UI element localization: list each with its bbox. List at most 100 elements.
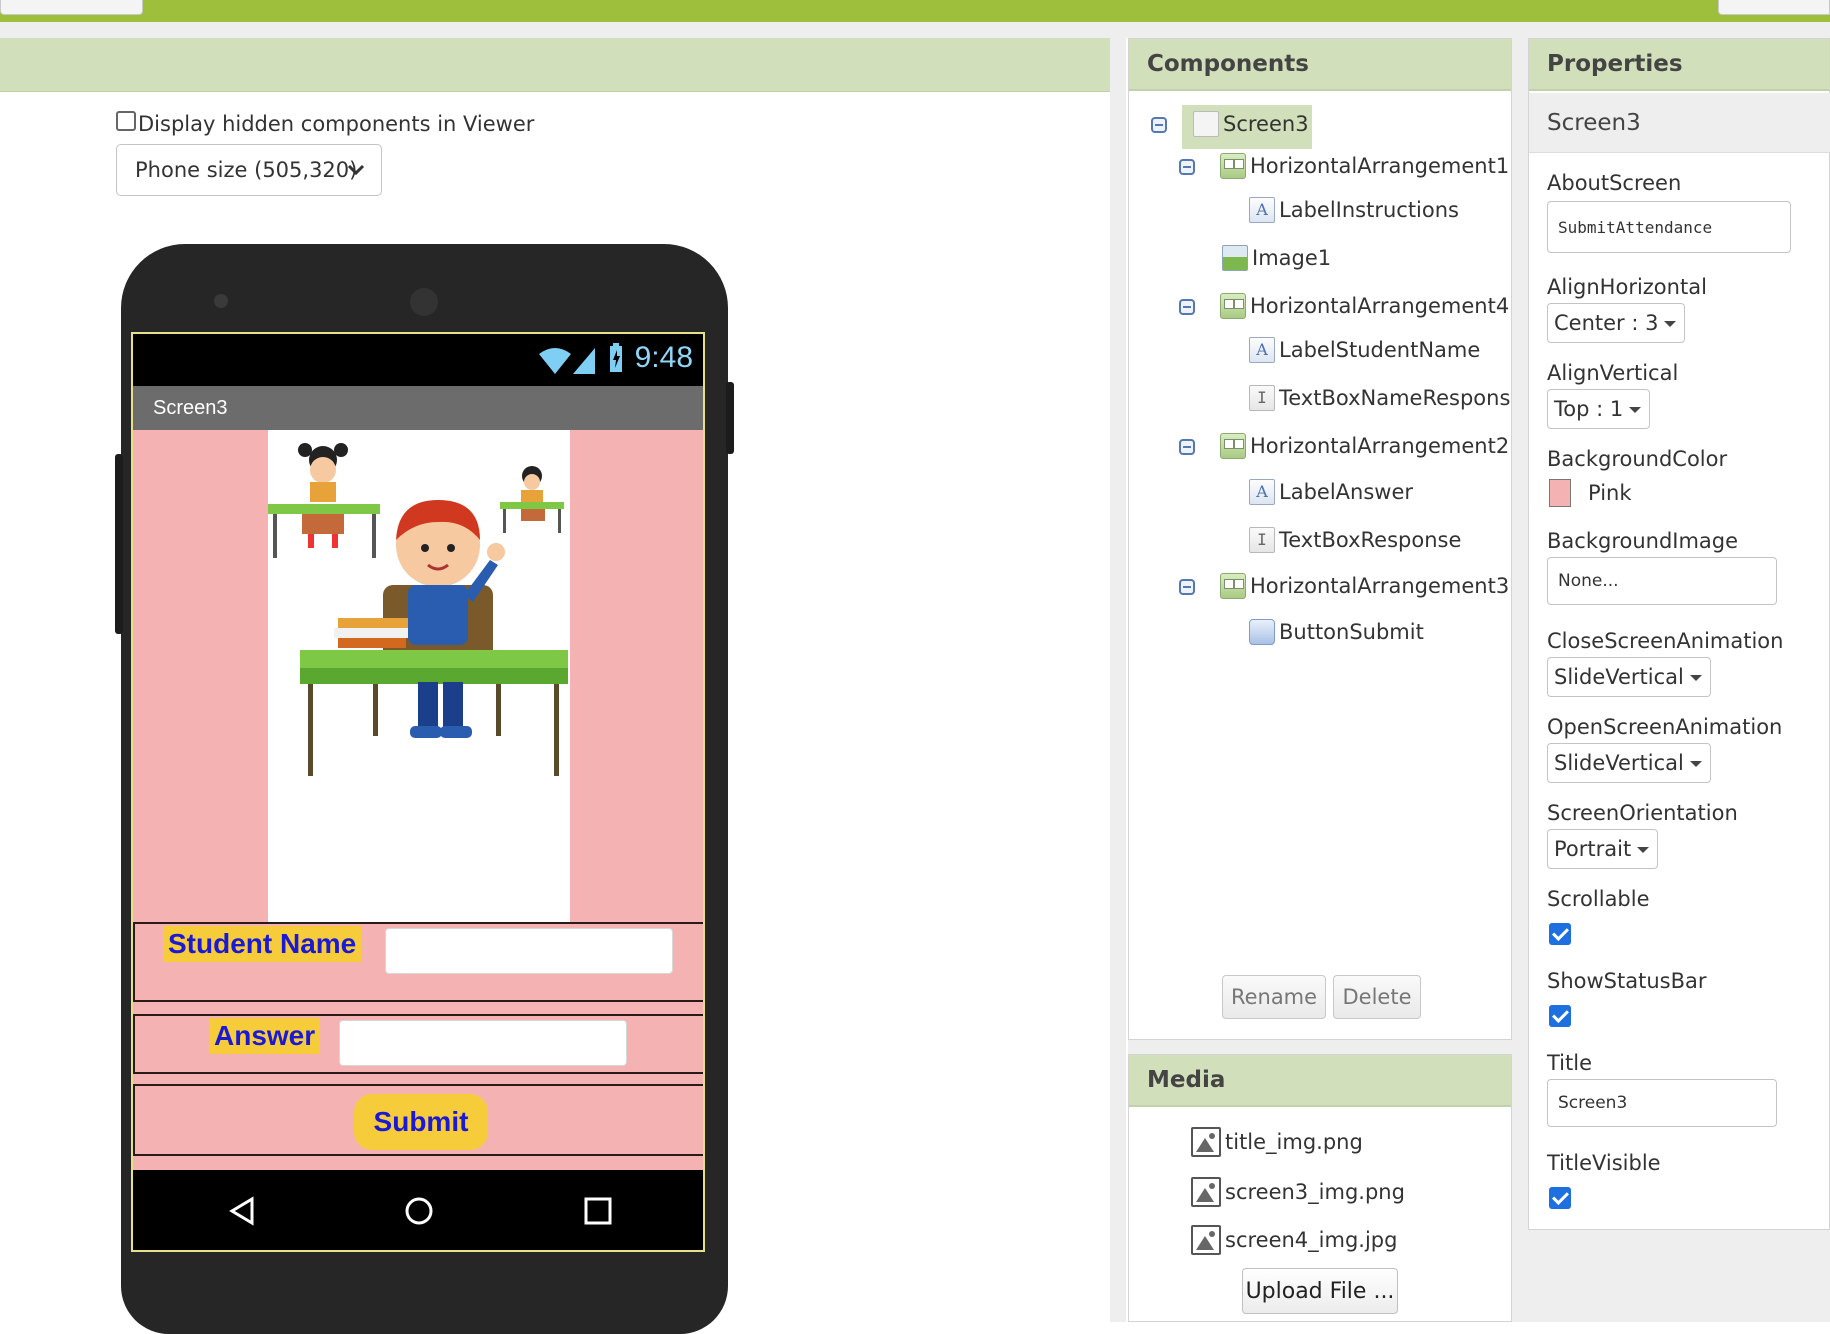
display-hidden-components-checkbox[interactable]: Display hidden components in Viewer — [116, 111, 535, 136]
background-color-value[interactable]: Pink — [1588, 481, 1632, 505]
display-hidden-components-label: Display hidden components in Viewer — [138, 112, 535, 136]
upload-file-button[interactable]: Upload File ... — [1242, 1268, 1398, 1314]
tree-item-label: TextBoxNameRespons — [1279, 386, 1511, 410]
toolbar-button-left[interactable] — [0, 0, 143, 15]
tree-item-horizontal-arrangement4[interactable]: HorizontalArrangement4 — [1220, 293, 1509, 319]
horizontal-arrangement-answer: Answer — [133, 1014, 703, 1074]
label-icon: A — [1249, 197, 1275, 223]
tree-item-label-instructions[interactable]: A LabelInstructions — [1249, 197, 1459, 223]
properties-header: Properties — [1529, 39, 1829, 91]
tree-item-label: TextBoxResponse — [1279, 528, 1462, 552]
tree-item-label: Screen3 — [1223, 112, 1309, 136]
phone-side-button — [115, 454, 123, 634]
screen-icon — [1193, 111, 1219, 137]
horizontal-arrangement-icon — [1220, 433, 1246, 459]
tree-item-label: HorizontalArrangement4 — [1250, 294, 1510, 318]
tree-item-horizontal-arrangement3[interactable]: HorizontalArrangement3 — [1220, 573, 1509, 599]
textbox-icon: I — [1249, 527, 1275, 553]
android-nav-bar — [133, 1170, 703, 1250]
label-icon: A — [1249, 337, 1275, 363]
phone-camera-icon — [214, 294, 228, 308]
divider — [1512, 38, 1528, 1322]
close-screen-animation-dropdown[interactable]: SlideVertical — [1547, 657, 1711, 697]
home-icon[interactable] — [404, 1196, 434, 1226]
collapse-toggle-icon[interactable] — [1179, 159, 1195, 175]
label-student-name: Student Name — [163, 926, 362, 962]
horizontal-arrangement-submit: Submit — [133, 1084, 703, 1156]
tree-item-label: LabelAnswer — [1279, 480, 1413, 504]
tree-item-label-answer[interactable]: A LabelAnswer — [1249, 479, 1413, 505]
horizontal-arrangement-student-name: Student Name — [133, 922, 703, 1002]
components-panel: Components Screen3 HorizontalArrangement… — [1128, 38, 1512, 1040]
status-time: 9:48 — [634, 341, 693, 374]
collapse-toggle-icon[interactable] — [1179, 439, 1195, 455]
prop-label-background-color: BackgroundColor — [1547, 447, 1728, 471]
delete-button[interactable]: Delete — [1333, 975, 1421, 1019]
battery-icon — [610, 343, 622, 372]
tree-item-textbox-name-respons[interactable]: I TextBoxNameRespons — [1249, 385, 1510, 411]
media-file-item[interactable]: screen4_img.jpg — [1191, 1225, 1397, 1255]
align-horizontal-dropdown[interactable]: Center : 3 — [1547, 303, 1686, 343]
prop-label-align-vertical: AlignVertical — [1547, 361, 1679, 385]
phone-size-select[interactable]: Phone size (505,320) — [116, 144, 382, 196]
back-icon[interactable] — [228, 1196, 256, 1226]
background-color-swatch[interactable] — [1549, 479, 1571, 507]
media-file-item[interactable]: title_img.png — [1191, 1127, 1363, 1157]
align-vertical-dropdown[interactable]: Top : 1 — [1547, 389, 1651, 429]
checkbox-box[interactable] — [116, 111, 136, 131]
divider — [1110, 38, 1126, 1322]
media-file-name: title_img.png — [1225, 1130, 1363, 1154]
phone-screen: 9:48 Screen3 Student Name Answer Submit — [131, 332, 705, 1252]
rename-button[interactable]: Rename — [1222, 975, 1326, 1019]
components-header: Components — [1129, 39, 1511, 91]
collapse-toggle-icon[interactable] — [1151, 117, 1167, 133]
collapse-toggle-icon[interactable] — [1179, 579, 1195, 595]
top-strip — [0, 22, 1830, 38]
image1-classroom-illustration — [268, 430, 570, 922]
collapse-toggle-icon[interactable] — [1179, 299, 1195, 315]
phone-mockup: 9:48 Screen3 Student Name Answer Submit — [115, 244, 734, 1334]
title-input[interactable]: Screen3 — [1547, 1079, 1777, 1127]
properties-panel: Properties Screen3 AboutScreen SubmitAtt… — [1528, 38, 1830, 1230]
tree-item-horizontal-arrangement1[interactable]: HorizontalArrangement1 — [1220, 153, 1509, 179]
prop-label-open-screen-animation: OpenScreenAnimation — [1547, 715, 1783, 739]
textbox-student-name[interactable] — [385, 928, 673, 974]
toolbar-button-right[interactable] — [1718, 0, 1830, 15]
background-image-picker[interactable]: None... — [1547, 557, 1777, 605]
prop-label-screen-orientation: ScreenOrientation — [1547, 801, 1738, 825]
screen-orientation-dropdown[interactable]: Portrait — [1547, 829, 1659, 869]
media-file-name: screen3_img.png — [1225, 1180, 1405, 1204]
image-file-icon — [1191, 1225, 1221, 1255]
tree-item-image1[interactable]: Image1 — [1222, 245, 1331, 271]
classroom-illustration-icon — [268, 443, 568, 776]
button-icon — [1249, 619, 1275, 645]
textbox-response[interactable] — [339, 1020, 627, 1066]
submit-button[interactable]: Submit — [354, 1094, 488, 1150]
prop-label-show-status-bar: ShowStatusBar — [1547, 969, 1707, 993]
properties-column: Properties Screen3 AboutScreen SubmitAtt… — [1528, 38, 1830, 1322]
prop-label-background-image: BackgroundImage — [1547, 529, 1739, 553]
media-file-item[interactable]: screen3_img.png — [1191, 1177, 1405, 1207]
screen-title-bar: Screen3 — [133, 386, 703, 430]
tree-item-label-student-name[interactable]: A LabelStudentName — [1249, 337, 1480, 363]
tree-item-label: LabelStudentName — [1279, 338, 1481, 362]
image-file-icon — [1191, 1177, 1221, 1207]
media-header: Media — [1129, 1055, 1511, 1107]
open-screen-animation-dropdown[interactable]: SlideVertical — [1547, 743, 1711, 783]
tree-item-textbox-response[interactable]: I TextBoxResponse — [1249, 527, 1461, 553]
scrollable-checkbox[interactable] — [1549, 923, 1571, 945]
tree-item-horizontal-arrangement2[interactable]: HorizontalArrangement2 — [1220, 433, 1509, 459]
screen-title: Screen3 — [153, 396, 228, 419]
tree-item-label: HorizontalArrangement2 — [1250, 434, 1510, 458]
tree-item-button-submit[interactable]: ButtonSubmit — [1249, 619, 1424, 645]
prop-label-close-screen-animation: CloseScreenAnimation — [1547, 629, 1784, 653]
recents-icon[interactable] — [583, 1196, 613, 1226]
tree-item-screen3[interactable]: Screen3 — [1193, 111, 1309, 137]
tree-item-label: HorizontalArrangement3 — [1250, 574, 1510, 598]
about-screen-textarea[interactable]: SubmitAttendance — [1547, 201, 1791, 253]
show-status-bar-checkbox[interactable] — [1549, 1005, 1571, 1027]
chevron-down-icon — [347, 164, 365, 176]
tree-item-label: ButtonSubmit — [1279, 620, 1424, 644]
prop-label-scrollable: Scrollable — [1547, 887, 1650, 911]
title-visible-checkbox[interactable] — [1549, 1187, 1571, 1209]
